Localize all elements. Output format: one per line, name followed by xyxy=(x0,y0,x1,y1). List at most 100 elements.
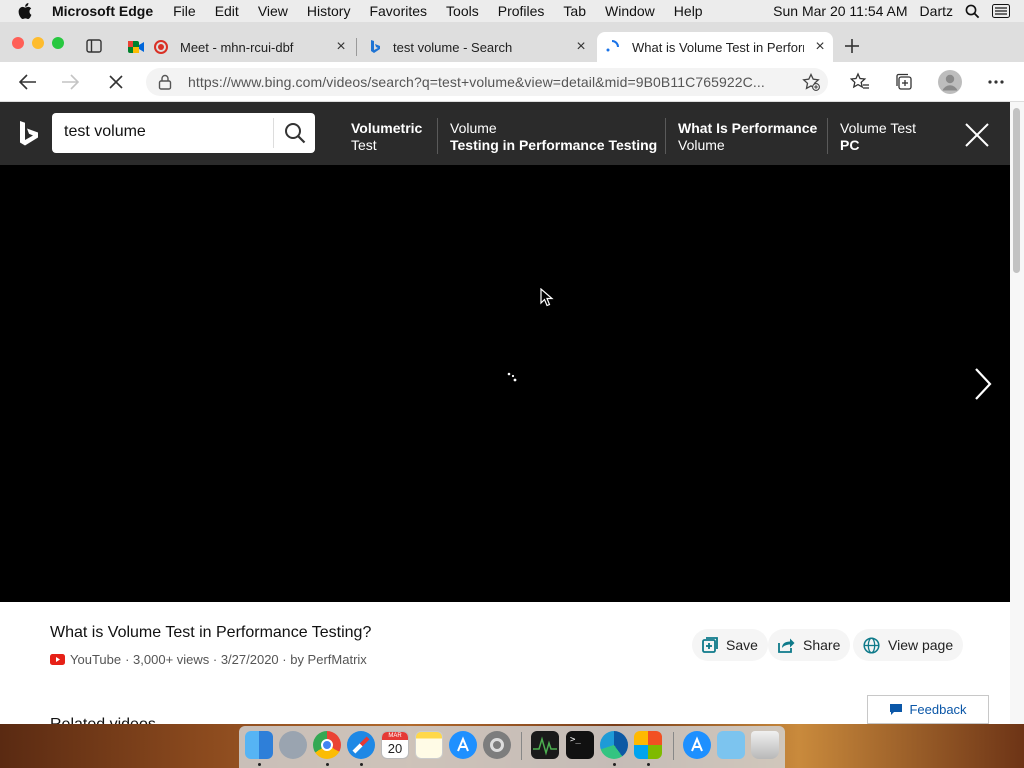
downloads-folder-icon[interactable] xyxy=(717,731,745,759)
dock-running-indicator xyxy=(613,763,616,766)
tab-divider xyxy=(356,38,357,56)
new-tab-button[interactable] xyxy=(843,37,861,55)
collections-icon[interactable] xyxy=(894,72,914,92)
related-divider xyxy=(827,118,828,154)
menu-app-name[interactable]: Microsoft Edge xyxy=(52,3,153,19)
search-icon[interactable] xyxy=(284,122,306,144)
video-source[interactable]: YouTube xyxy=(70,652,121,667)
tab-bing-search[interactable]: test volume - Search × xyxy=(358,32,594,62)
window-minimize-button[interactable] xyxy=(32,37,44,49)
search-input[interactable]: test volume xyxy=(64,123,146,141)
search-divider xyxy=(273,118,274,148)
tab-close-icon[interactable]: × xyxy=(813,38,827,55)
google-meet-icon xyxy=(128,40,144,54)
favorites-icon[interactable] xyxy=(850,72,870,92)
menu-profiles[interactable]: Profiles xyxy=(498,3,545,19)
related-search-volume-test-pc[interactable]: Volume Test PC xyxy=(840,120,916,154)
loading-spinner-icon xyxy=(506,370,520,384)
related-search-line2: Volume xyxy=(678,137,725,153)
apple-menu-icon[interactable] xyxy=(18,3,36,19)
related-search-volumetric[interactable]: Volumetric Test xyxy=(351,120,422,154)
menu-tab[interactable]: Tab xyxy=(563,3,586,19)
loading-icon xyxy=(605,40,619,54)
mouse-cursor-icon xyxy=(540,287,554,308)
terminal-icon[interactable]: >_ xyxy=(566,731,594,759)
menubar-clock[interactable]: Sun Mar 20 11:54 AM xyxy=(773,3,907,19)
related-search-line2: PC xyxy=(840,137,860,153)
dock-divider xyxy=(521,732,522,760)
bing-icon xyxy=(368,40,382,54)
control-center-icon[interactable] xyxy=(992,4,1010,18)
related-search-performance-volume[interactable]: What Is Performance Volume xyxy=(678,120,817,154)
dock-running-indicator xyxy=(647,763,650,766)
next-video-chevron-icon[interactable] xyxy=(972,367,994,401)
trash-icon[interactable] xyxy=(751,731,779,759)
safari-icon[interactable] xyxy=(347,731,375,759)
dock-running-indicator xyxy=(360,763,363,766)
add-favorite-icon[interactable] xyxy=(802,72,820,91)
video-player[interactable] xyxy=(0,165,1010,602)
feedback-icon xyxy=(890,704,903,715)
window-zoom-button[interactable] xyxy=(52,37,64,49)
menubar-user[interactable]: Dartz xyxy=(920,3,953,19)
more-options-icon[interactable] xyxy=(986,72,1006,92)
back-button[interactable] xyxy=(18,72,38,92)
menu-favorites[interactable]: Favorites xyxy=(369,3,427,19)
mac-menu-bar: Microsoft Edge File Edit View History Fa… xyxy=(0,0,1024,22)
menu-view[interactable]: View xyxy=(258,3,288,19)
notes-icon[interactable] xyxy=(415,731,443,759)
address-bar[interactable]: https://www.bing.com/videos/search?q=tes… xyxy=(146,68,828,96)
calendar-icon[interactable]: MAR 20 xyxy=(381,731,409,759)
dock-divider xyxy=(673,732,674,760)
recording-icon xyxy=(154,40,168,54)
video-title[interactable]: What is Volume Test in Performance Testi… xyxy=(50,624,371,642)
spotlight-search-icon[interactable] xyxy=(965,4,980,19)
menu-window[interactable]: Window xyxy=(605,3,655,19)
tab-close-icon[interactable]: × xyxy=(334,38,348,55)
dock-running-indicator xyxy=(258,763,261,766)
menu-help[interactable]: Help xyxy=(674,3,703,19)
globe-icon xyxy=(863,636,880,654)
tab-close-icon[interactable]: × xyxy=(574,38,588,55)
activity-monitor-icon[interactable] xyxy=(531,731,559,759)
scrollbar-thumb[interactable] xyxy=(1013,108,1020,273)
system-preferences-icon[interactable] xyxy=(483,731,511,759)
menu-history[interactable]: History xyxy=(307,3,351,19)
related-search-line1: Volume xyxy=(450,120,497,136)
address-url[interactable]: https://www.bing.com/videos/search?q=tes… xyxy=(188,74,788,90)
related-search-volume-testing[interactable]: Volume Testing in Performance Testing xyxy=(450,120,657,154)
related-search-line2: Test xyxy=(351,137,377,153)
menu-tools[interactable]: Tools xyxy=(446,3,479,19)
lock-icon[interactable] xyxy=(158,74,172,90)
edge-icon[interactable] xyxy=(600,731,628,759)
related-search-line1: Volume Test xyxy=(840,120,917,136)
window-close-button[interactable] xyxy=(12,37,24,49)
menu-file[interactable]: File xyxy=(173,3,196,19)
tab-meet[interactable]: Meet - mhn-rcui-dbf × xyxy=(118,32,354,62)
bing-logo-icon[interactable] xyxy=(18,120,40,148)
close-icon[interactable] xyxy=(964,122,990,148)
launchpad-icon[interactable] xyxy=(279,731,307,759)
chrome-icon[interactable] xyxy=(313,731,341,759)
app-store-icon[interactable] xyxy=(449,731,477,759)
search-box[interactable]: test volume xyxy=(52,113,315,153)
microsoft-office-icon[interactable] xyxy=(634,731,662,759)
stop-loading-button[interactable] xyxy=(106,72,126,92)
tab-title: Meet - mhn-rcui-dbf xyxy=(180,39,294,55)
feedback-label: Feedback xyxy=(909,702,967,717)
forward-button[interactable] xyxy=(60,72,80,92)
save-button[interactable]: Save xyxy=(692,629,768,661)
feedback-button[interactable]: Feedback xyxy=(867,695,989,724)
view-page-button[interactable]: View page xyxy=(853,629,964,661)
profile-avatar[interactable] xyxy=(938,70,962,94)
related-search-line1: What Is Performance xyxy=(678,120,818,136)
menu-edit[interactable]: Edit xyxy=(215,3,239,19)
finder-icon[interactable] xyxy=(245,731,273,759)
share-button[interactable]: Share xyxy=(768,629,851,661)
dock-running-indicator xyxy=(326,763,329,766)
tab-active-video[interactable]: What is Volume Test in Perform × xyxy=(597,32,833,62)
video-meta: YouTube · 3,000+ views · 3/27/2020 · by … xyxy=(50,652,367,667)
tab-actions-icon[interactable] xyxy=(86,38,102,54)
youtube-icon xyxy=(50,654,65,665)
app-store-downloads-icon[interactable] xyxy=(683,731,711,759)
